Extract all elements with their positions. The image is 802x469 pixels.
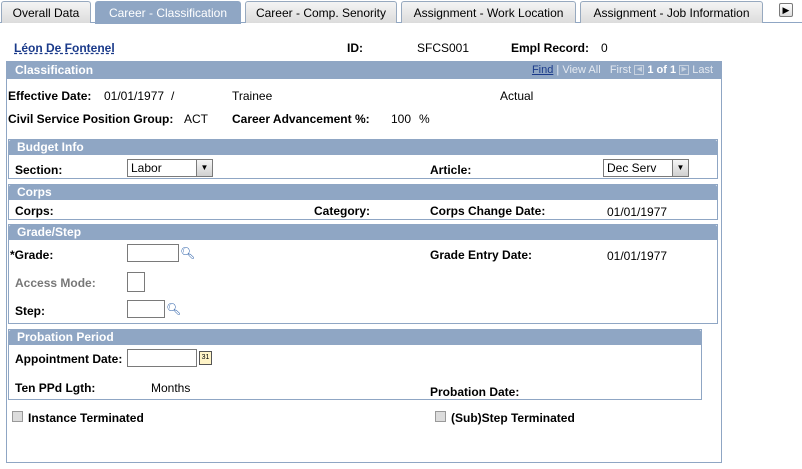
grade-entry-date-label: Grade Entry Date: [430, 248, 533, 262]
tab-scroll-right-icon[interactable]: ▶ [779, 3, 793, 17]
first-link: First [609, 64, 632, 76]
tab-career-comp-senority[interactable]: Career - Comp. Senority [245, 1, 397, 23]
calendar-icon[interactable]: 31 [199, 351, 212, 365]
corps-change-date-value: 01/01/1977 [607, 205, 668, 219]
tab-label: Overall Data [12, 5, 80, 20]
find-link[interactable]: Find [532, 64, 553, 76]
row-navigation: Find | View All First ◀ 1 of 1 ▶ Last [531, 64, 713, 76]
section-label: Section: [15, 163, 63, 177]
percent-sign: % [419, 112, 430, 126]
appointment-date-input[interactable] [127, 349, 197, 367]
employee-name-link[interactable]: Léon De Fontenel [14, 41, 115, 55]
grade-step-header: Grade/Step [9, 225, 717, 240]
section-selected-value: Labor [131, 161, 162, 175]
actual-value: Actual [500, 89, 534, 103]
search-icon[interactable]: 🔍︎ [166, 302, 181, 316]
grade-step-group: Grade/Step [8, 224, 718, 324]
classification-header: Classification Find | View All First ◀ 1… [7, 62, 721, 79]
budget-info-header: Budget Info [9, 140, 717, 155]
effective-date-label: Effective Date: [8, 89, 92, 103]
chevron-down-icon: ▼ [196, 160, 212, 176]
id-value: SFCS001 [417, 41, 470, 55]
civil-service-value: ACT [184, 112, 208, 126]
ten-ppd-label: Ten PPd Lgth: [15, 381, 96, 395]
section-select[interactable]: Labor ▼ [127, 159, 213, 177]
next-arrow-icon: ▶ [679, 65, 690, 76]
tab-overall-data[interactable]: Overall Data [1, 1, 91, 23]
tab-career-classification[interactable]: Career - Classification [95, 1, 241, 24]
row-range: 1 of 1 [647, 64, 677, 76]
step-input[interactable] [127, 300, 165, 318]
view-all-link: View All [562, 64, 601, 76]
classification-title: Classification [15, 63, 94, 77]
substep-terminated-checkbox[interactable] [435, 411, 446, 422]
instance-terminated-checkbox[interactable] [12, 411, 23, 422]
id-label: ID: [347, 41, 363, 55]
article-select[interactable]: Dec Serv ▼ [603, 159, 689, 177]
tab-label: Assignment - Job Information [593, 5, 750, 20]
corps-label: Corps: [15, 204, 54, 218]
search-icon[interactable]: 🔍︎ [180, 246, 195, 260]
tab-label: Assignment - Work Location [413, 5, 564, 20]
career-advancement-value: 100 [391, 112, 412, 126]
grade-input[interactable] [127, 244, 179, 262]
date-separator: / [171, 89, 175, 103]
tab-assignment-job-information[interactable]: Assignment - Job Information [580, 1, 763, 23]
access-mode-label: Access Mode: [15, 276, 96, 290]
probation-period-header: Probation Period [9, 330, 701, 345]
tab-label: Career - Comp. Senority [255, 5, 387, 20]
category-label: Category: [314, 204, 371, 218]
tab-label: Career - Classification [108, 6, 228, 20]
article-selected-value: Dec Serv [607, 161, 657, 175]
empl-record-label: Empl Record: [511, 41, 590, 55]
instance-terminated-label: Instance Terminated [28, 411, 144, 425]
chevron-down-icon: ▼ [672, 160, 688, 176]
empl-record-value: 0 [601, 41, 608, 55]
status-value: Trainee [232, 89, 273, 103]
corps-header: Corps [9, 185, 717, 200]
substep-terminated-label: (Sub)Step Terminated [451, 411, 575, 425]
last-link: Last [692, 64, 713, 76]
civil-service-label: Civil Service Position Group: [8, 112, 174, 126]
tab-assignment-work-location[interactable]: Assignment - Work Location [401, 1, 576, 23]
article-label: Article: [430, 163, 472, 177]
months-value: Months [151, 381, 191, 395]
step-label: Step: [15, 304, 45, 318]
career-advancement-label: Career Advancement %: [232, 112, 370, 126]
corps-change-date-label: Corps Change Date: [430, 204, 546, 218]
tab-bar: Overall Data Career - Classification Car… [0, 0, 802, 24]
probation-date-label: Probation Date: [430, 385, 520, 399]
first-arrow-icon: ◀ [634, 65, 645, 76]
effective-date-value: 01/01/1977 [104, 89, 165, 103]
grade-entry-date-value: 01/01/1977 [607, 249, 668, 263]
appointment-date-label: Appointment Date: [15, 352, 123, 366]
access-mode-input[interactable] [127, 272, 145, 292]
grade-label: *Grade: [10, 248, 54, 262]
